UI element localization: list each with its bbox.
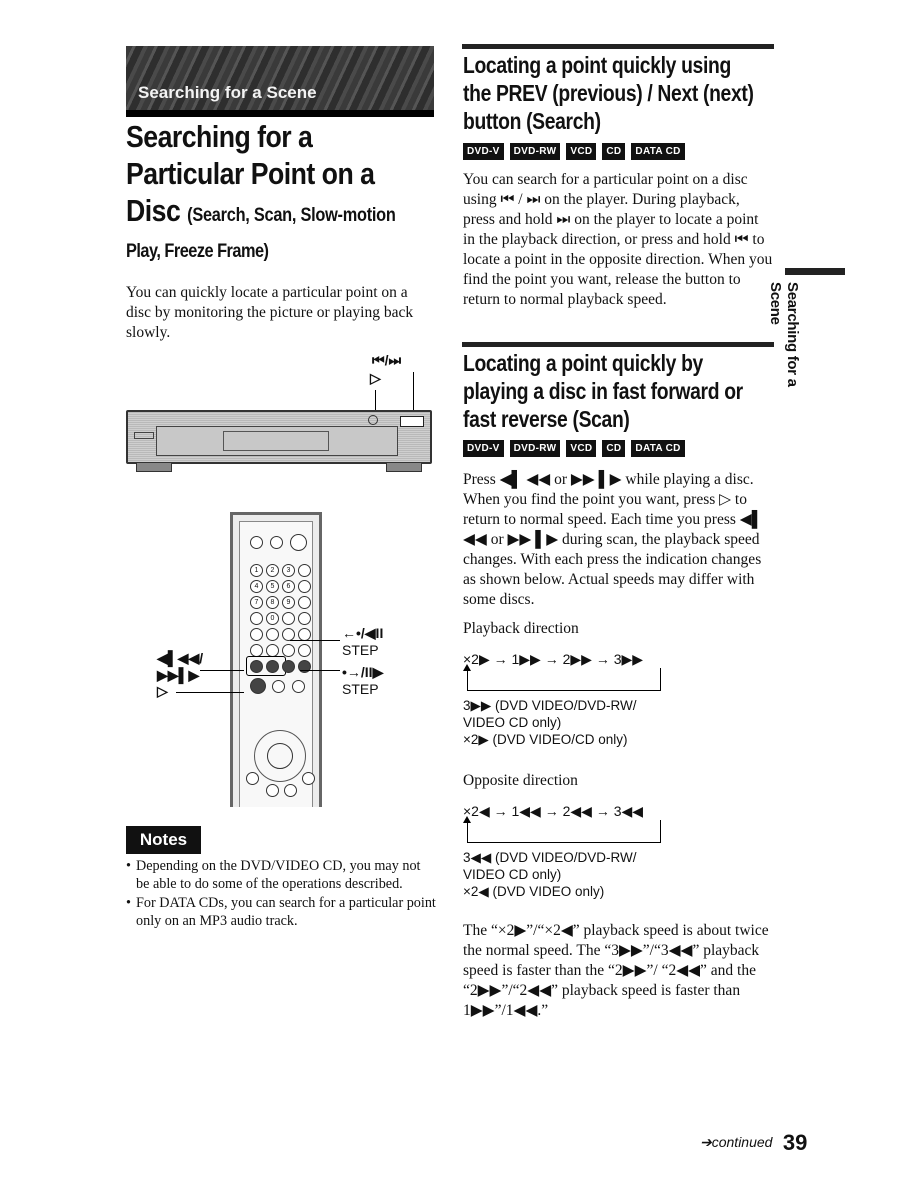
badge-cd: CD: [602, 440, 626, 457]
prev-next-label: ⏮/⏭: [372, 352, 402, 368]
scan-back-button-icon: [250, 660, 263, 673]
opposite-direction-block: Opposite direction ×2◀ → 1◀◀ → 2◀◀ → 3◀◀…: [463, 771, 763, 900]
section-banner-text: Searching for a Scene: [138, 83, 317, 102]
disc-tray: [156, 426, 398, 456]
page-title-subtitle-2: Play, Freeze Frame): [126, 241, 269, 262]
badge-dvd-v: DVD-V: [463, 143, 504, 160]
dvd-player-illustration: [126, 410, 432, 472]
side-tab-label: Searching for a Scene: [767, 282, 801, 387]
loop-arrow-icon: [463, 816, 661, 843]
side-tab-bar: [785, 268, 845, 275]
power-button-icon: [134, 432, 154, 439]
disc-type-badges: DVD-V DVD-RW VCD CD DATA CD: [463, 440, 685, 457]
badge-vcd: VCD: [566, 440, 597, 457]
badge-data-cd: DATA CD: [631, 143, 685, 160]
play-button-icon: [250, 678, 266, 694]
step-back-label: ←•/◀II: [342, 625, 384, 641]
page-number: 39: [782, 1130, 808, 1155]
step-back-button-icon: [282, 660, 295, 673]
note-item: Depending on the DVD/VIDEO CD, you may n…: [126, 858, 436, 893]
page-title-line-2: Particular Point on a: [126, 156, 375, 191]
page-title-line-1: Searching for a: [126, 119, 313, 154]
section-divider: [462, 342, 774, 347]
notes-badge: Notes: [126, 826, 201, 854]
badge-dvd-rw: DVD-RW: [509, 440, 561, 457]
prev-next-button-icon: [400, 416, 424, 427]
disc-type-badges: DVD-V DVD-RW VCD CD DATA CD: [463, 143, 685, 160]
section-title-scan: Locating a point quickly by playing a di…: [463, 350, 743, 432]
remote-control-illustration: 1 2 3 4 5 6 7 8 9 0: [230, 512, 322, 807]
intro-paragraph: You can quickly locate a particular poin…: [126, 284, 414, 341]
page-title-subtitle: (Search, Scan, Slow-motion: [187, 205, 396, 226]
opposite-direction-heading: Opposite direction: [463, 772, 578, 789]
opposite-speed-sequence: ×2◀ → 1◀◀ → 2◀◀ → 3◀◀: [463, 803, 644, 819]
note-item: For DATA CDs, you can search for a parti…: [126, 895, 436, 930]
section-title-search: Locating a point quickly using the PREV …: [463, 52, 754, 134]
speed-explanation-paragraph: The “×2▶”/“×2◀” playback speed is about …: [463, 922, 769, 1019]
scan-fwd-button-icon: [266, 660, 279, 673]
scan-paragraph: Press ◀▌ ◀◀ or ▶▶ ▌▶ while playing a dis…: [463, 471, 763, 608]
loop-arrow-icon: [463, 664, 661, 691]
badge-data-cd: DATA CD: [631, 440, 685, 457]
section-banner: Searching for a Scene: [126, 46, 434, 117]
search-paragraph: You can search for a particular point on…: [463, 171, 773, 308]
playback-speed-note: 3▶▶ (DVD VIDEO/DVD-RW/ VIDEO CD only) ×2…: [463, 698, 637, 747]
play-button-icon: [368, 415, 378, 425]
continued-label: ➔continued: [700, 1134, 773, 1150]
notes-list: Depending on the DVD/VIDEO CD, you may n…: [126, 858, 436, 932]
opposite-speed-note: 3◀◀ (DVD VIDEO/DVD-RW/ VIDEO CD only) ×2…: [463, 850, 637, 899]
badge-dvd-v: DVD-V: [463, 440, 504, 457]
play-label: ▷: [370, 370, 381, 386]
remote-play-label: ▷: [157, 683, 168, 699]
page-title-line-3: Disc: [126, 193, 181, 228]
page-title: Searching for a Particular Point on a Di…: [126, 118, 401, 267]
section-divider: [462, 44, 774, 49]
playback-direction-heading: Playback direction: [463, 620, 579, 637]
step-fwd-sub-label: STEP: [342, 681, 379, 697]
page-footer: ➔continued 39: [700, 1130, 807, 1156]
step-fwd-button-icon: [298, 660, 311, 673]
badge-cd: CD: [602, 143, 626, 160]
step-fwd-label: •→/II▶: [342, 664, 384, 680]
step-back-sub-label: STEP: [342, 642, 379, 658]
scan-buttons-label: ◀▌◀◀/ ▶▶▌▶: [157, 650, 204, 683]
playback-speed-sequence: ×2▶ → 1▶▶ → 2▶▶ → 3▶▶: [463, 651, 644, 667]
badge-vcd: VCD: [566, 143, 597, 160]
dpad-icon: [254, 730, 306, 782]
playback-direction-block: Playback direction ×2▶ → 1▶▶ → 2▶▶ → 3▶▶…: [463, 619, 763, 748]
badge-dvd-rw: DVD-RW: [509, 143, 561, 160]
